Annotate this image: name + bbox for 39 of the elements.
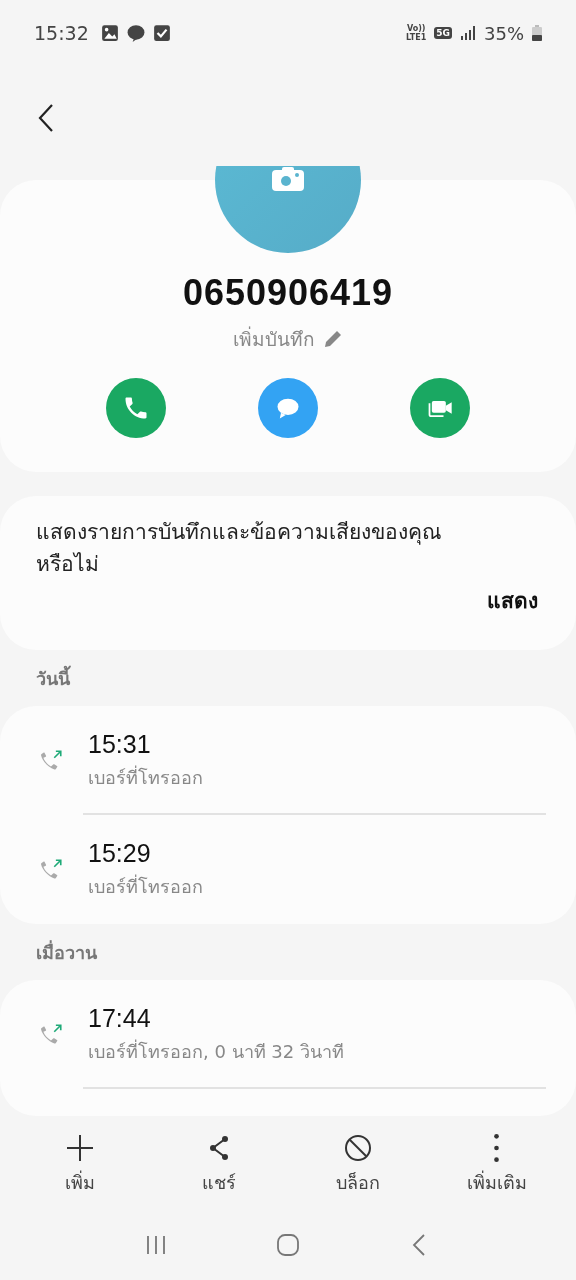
image-icon [100,24,119,42]
voicemail-prompt: แสดงรายการบันทึกและข้อความเสียงของคุณหรือไม่ [36,519,442,578]
block-icon [343,1133,372,1162]
call-log-item[interactable]: 17:44 เบอร์ที่โทรออก, 0 นาที 32 วินาที [0,980,576,1089]
network-label: Vo)) LTE1 [406,24,427,42]
call-time: 15:31 [88,729,152,759]
checkbox-icon [152,24,171,42]
phone-number: 0650906419 [182,272,394,314]
add-note-field[interactable]: เพิ่มบันทึก [233,324,343,354]
recent-apps-icon[interactable] [144,1233,168,1257]
chat-bubble-icon [126,24,145,42]
signal-icon [460,25,476,41]
call-detail: เบอร์ที่โทรออก [88,873,203,899]
battery-percent: 35% [484,22,524,44]
share-button[interactable]: แชร์ [158,1133,279,1197]
call-log-item[interactable]: 15:29 เบอร์ที่โทรออก [0,815,576,924]
call-detail: เบอร์ที่โทรออก [88,764,203,790]
block-button[interactable]: บล็อก [297,1133,418,1197]
call-time: 15:29 [88,838,152,868]
home-icon[interactable] [276,1233,300,1257]
show-button[interactable]: แสดง [487,584,538,617]
back-icon[interactable] [38,103,54,133]
clock: 15:32 [34,22,89,44]
section-header: เมื่อวาน [35,939,98,965]
more-icon [494,1133,499,1162]
message-button[interactable] [258,378,318,438]
pencil-icon [323,329,343,349]
more-button[interactable]: เพิ่มเติม [436,1133,557,1197]
call-button[interactable] [106,378,166,438]
call-time: 17:44 [88,1003,152,1033]
call-log-item[interactable]: 15:31 เบอร์ที่โทรออก [0,706,576,815]
plus-icon [65,1133,94,1162]
video-call-button[interactable] [410,378,470,438]
call-detail: เบอร์ที่โทรออก, 0 นาที 32 วินาที [88,1038,344,1064]
add-button[interactable]: เพิ่ม [19,1133,140,1197]
camera-icon[interactable] [272,167,304,191]
network-type-badge: 5G [434,27,452,39]
battery-icon [532,25,542,41]
section-header: วันนี้ [35,664,72,691]
